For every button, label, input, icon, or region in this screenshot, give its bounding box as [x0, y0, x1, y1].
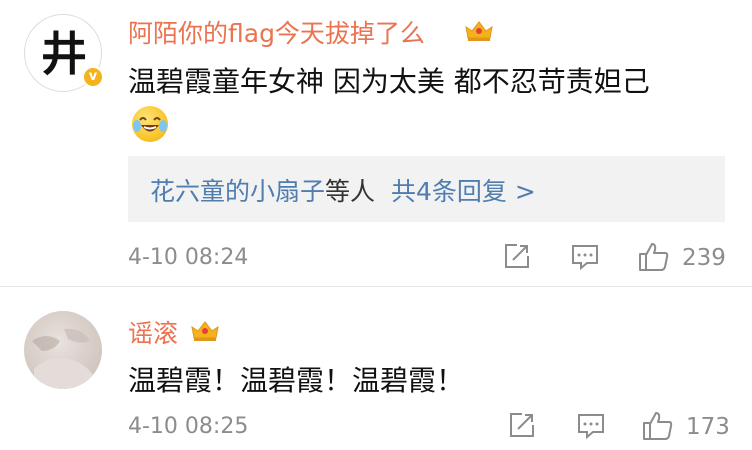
laugh-cry-emoji-icon: [132, 106, 168, 142]
view-replies-link[interactable]: 共4条回复 >: [391, 177, 536, 206]
comment-item: 谣滚 温碧霞！温碧霞！温碧霞！ 4-10 08:25 173: [0, 287, 752, 450]
avatar[interactable]: [24, 311, 102, 389]
comment-item: 井 v 阿陌你的flag今天拔掉了么 温碧霞童年女神 因为太美 都不忍苛责妲己 …: [0, 0, 752, 286]
reply-suffix: 等人: [325, 177, 376, 206]
crown-icon: [465, 21, 493, 41]
comment-icon[interactable]: [571, 243, 599, 271]
comment-text: 温碧霞童年女神 因为太美 都不忍苛责妲己: [128, 65, 650, 98]
thumbs-up-icon[interactable]: [638, 240, 670, 272]
comment-time: 4-10 08:25: [128, 414, 249, 439]
repost-icon[interactable]: [503, 242, 531, 270]
crown-icon: [191, 321, 219, 341]
verified-badge-icon: v: [82, 66, 104, 88]
like-count: 239: [682, 245, 726, 271]
comment-icon[interactable]: [577, 412, 605, 440]
avatar-photo: [32, 328, 94, 389]
comment-time: 4-10 08:24: [128, 245, 249, 270]
thumbs-up-icon[interactable]: [642, 409, 674, 441]
replies-preview[interactable]: 花六童的小扇子等人 共4条回复 >: [128, 156, 725, 222]
username[interactable]: 谣滚: [128, 314, 178, 350]
reply-author-link[interactable]: 花六童的小扇子: [150, 177, 325, 206]
username[interactable]: 阿陌你的flag今天拔掉了么: [128, 14, 425, 50]
like-count: 173: [686, 414, 730, 440]
svg-text:井: 井: [41, 27, 87, 81]
repost-icon[interactable]: [508, 411, 536, 439]
comment-text: 温碧霞！温碧霞！温碧霞！: [128, 364, 465, 397]
